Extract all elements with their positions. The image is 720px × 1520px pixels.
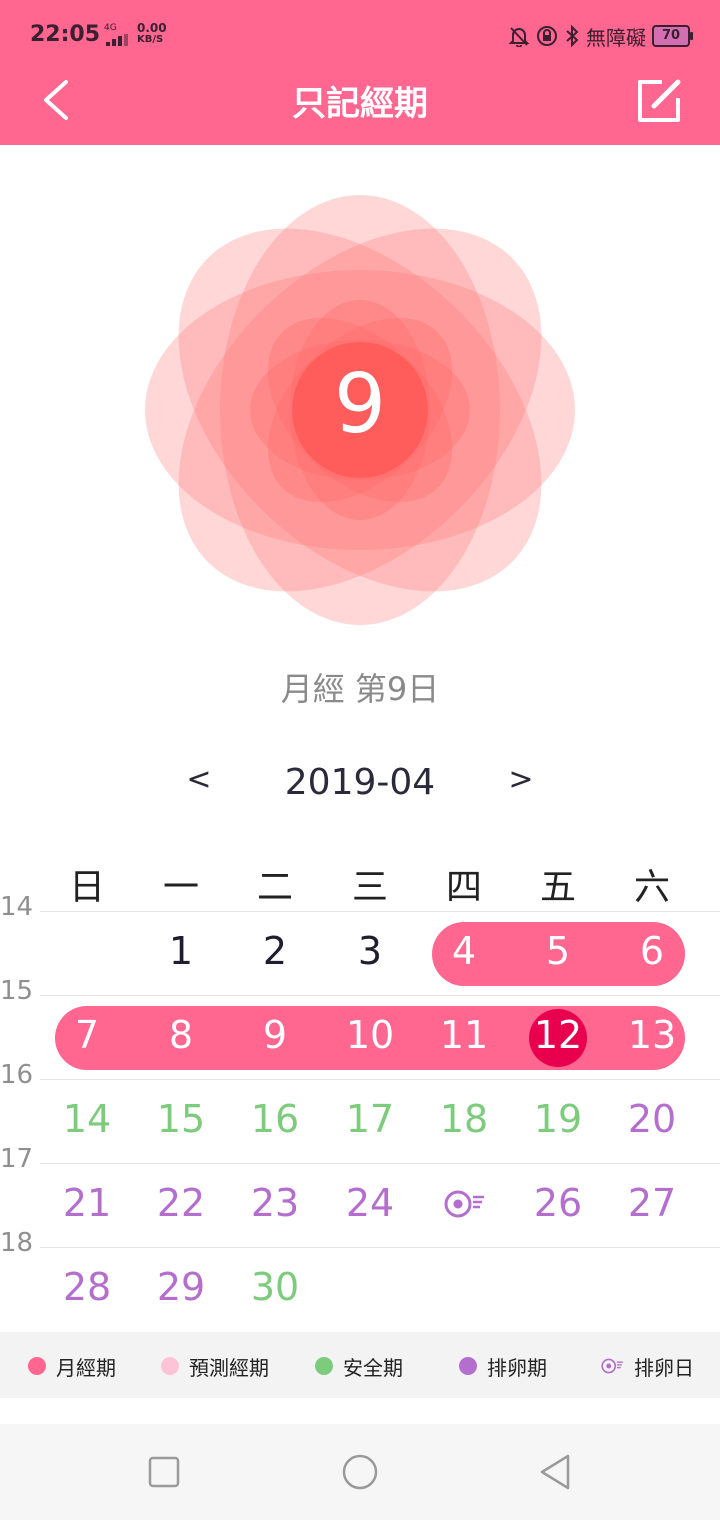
month-label: 2019-04 (284, 762, 436, 803)
weekday-wed: 三 (351, 867, 388, 908)
ovulation-day-icon (601, 1358, 623, 1374)
calendar-day[interactable]: 21 (47, 1171, 127, 1235)
triangle-back-icon[interactable] (536, 1452, 576, 1492)
week-number: 18 (0, 1228, 34, 1258)
page-title: 只記經期 (292, 84, 428, 124)
week-number: 16 (0, 1060, 34, 1090)
week-number: 15 (0, 976, 34, 1006)
calendar-day[interactable]: 17 (330, 1087, 410, 1151)
calendar-day[interactable]: 6 (612, 919, 692, 983)
square-icon[interactable] (146, 1454, 182, 1490)
prev-month-button[interactable]: < (182, 762, 216, 797)
period-dot-icon (28, 1357, 46, 1375)
weekday-tue: 二 (256, 867, 293, 908)
row-divider (40, 1247, 720, 1248)
next-month-button[interactable]: > (504, 762, 538, 797)
calendar-day[interactable]: 29 (141, 1255, 221, 1319)
calendar-day[interactable]: 3 (330, 919, 410, 983)
cycle-day-number: 9 (333, 357, 387, 452)
speed-unit: KB/S (137, 34, 164, 45)
week-number: 14 (0, 892, 34, 922)
network-speed: 0.00 KB/S (137, 21, 167, 45)
row-divider (40, 995, 720, 996)
calendar-day[interactable]: 23 (235, 1171, 315, 1235)
calendar-day[interactable]: 7 (47, 1003, 127, 1067)
calendar-day[interactable]: 26 (518, 1171, 598, 1235)
bluetooth-icon (566, 25, 579, 47)
signal-icon (106, 34, 132, 46)
bell-off-icon (508, 27, 530, 47)
calendar-day[interactable]: 18 (424, 1087, 504, 1151)
calendar-day[interactable]: 4 (424, 919, 504, 983)
calendar-day[interactable]: 27 (612, 1171, 692, 1235)
calendar-day[interactable]: 9 (235, 1003, 315, 1067)
legend-ovulation-day: 排卵日 (600, 1352, 694, 1380)
accessibility-label: 無障礙 (586, 25, 646, 50)
calendar-day[interactable]: 1 (141, 919, 221, 983)
calendar-day[interactable]: 16 (235, 1087, 315, 1151)
row-divider (40, 911, 720, 912)
legend-label: 安全期 (343, 1355, 403, 1380)
period-status-text: 月經 第9日 (280, 670, 440, 708)
lock-rotation-icon (537, 26, 557, 46)
network-label: 4G (104, 23, 117, 33)
legend-safe: 安全期 (315, 1352, 403, 1380)
edit-icon (638, 79, 681, 122)
speed-value: 0.00 (137, 21, 167, 35)
ovulation-dot-icon (459, 1357, 477, 1375)
row-divider (40, 1079, 720, 1080)
predicted-dot-icon (161, 1357, 179, 1375)
calendar-day[interactable]: 22 (141, 1171, 221, 1235)
legend-predicted: 預測經期 (161, 1352, 269, 1380)
legend-label: 預測經期 (189, 1355, 269, 1380)
calendar-day[interactable]: 11 (424, 1003, 504, 1067)
edit-button[interactable] (628, 72, 688, 132)
battery-icon: 70 (652, 25, 693, 47)
legend-period: 月經期 (28, 1352, 116, 1380)
status-time: 22:05 (30, 22, 101, 47)
calendar-day[interactable]: 2 (235, 919, 315, 983)
weekday-fri: 五 (539, 867, 576, 908)
weekday-thu: 四 (445, 867, 482, 908)
legend-ovulation-period: 排卵期 (459, 1352, 547, 1380)
calendar-day[interactable]: 13 (612, 1003, 692, 1067)
calendar-day-today[interactable]: 12 (518, 1003, 598, 1067)
calendar-day[interactable]: 30 (235, 1255, 315, 1319)
calendar-day[interactable]: 15 (141, 1087, 221, 1151)
weekday-sun: 日 (68, 867, 105, 908)
calendar-day[interactable]: 8 (141, 1003, 221, 1067)
weekday-mon: 一 (162, 867, 199, 908)
calendar-day[interactable]: 28 (47, 1255, 127, 1319)
ovulation-day-icon[interactable] (442, 1186, 486, 1222)
calendar-day[interactable]: 10 (330, 1003, 410, 1067)
legend-label: 排卵日 (634, 1355, 694, 1380)
status-right: 無障礙 70 (508, 22, 693, 50)
week-number: 17 (0, 1144, 34, 1174)
weekday-sat: 六 (633, 867, 670, 908)
calendar-day[interactable]: 24 (330, 1171, 410, 1235)
calendar-day[interactable]: 19 (518, 1087, 598, 1151)
circle-icon[interactable] (340, 1452, 380, 1492)
calendar-day[interactable]: 20 (612, 1087, 692, 1151)
legend-label: 排卵期 (487, 1355, 547, 1380)
calendar-day[interactable]: 5 (518, 919, 598, 983)
row-divider (40, 1163, 720, 1164)
calendar-day[interactable]: 14 (47, 1087, 127, 1151)
safe-dot-icon (315, 1357, 333, 1375)
legend-label: 月經期 (56, 1355, 116, 1380)
